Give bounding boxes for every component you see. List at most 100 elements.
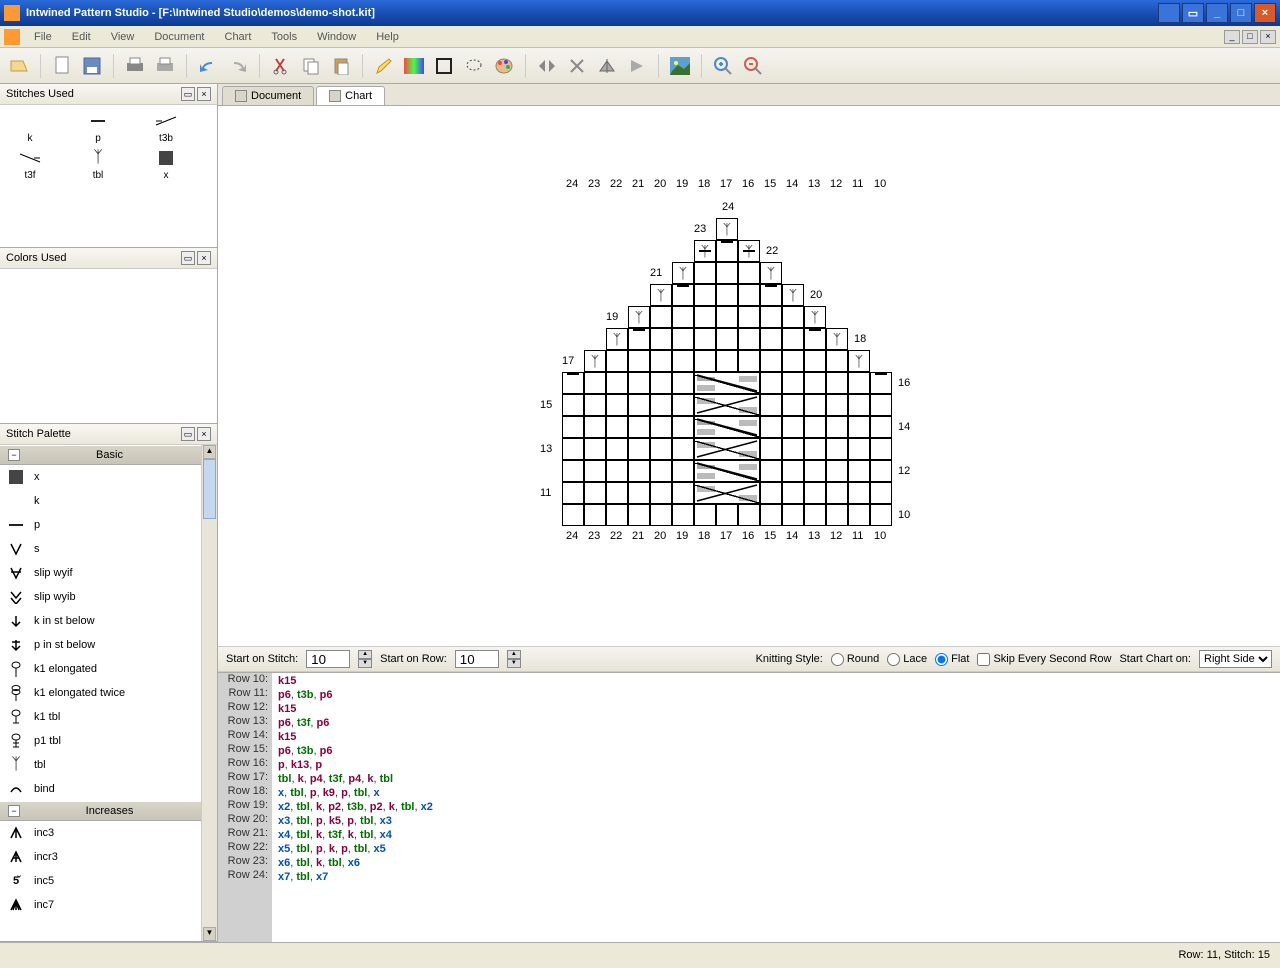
chart-cell[interactable] (584, 482, 606, 504)
chart-cell[interactable] (672, 416, 694, 438)
collapse-icon[interactable]: − (8, 805, 20, 817)
chart-cell[interactable] (562, 416, 584, 438)
zoom-in-button[interactable] (710, 53, 736, 79)
chart-cell[interactable] (782, 350, 804, 372)
panel-close-button[interactable]: × (197, 87, 211, 101)
menu-tools[interactable]: Tools (261, 28, 307, 46)
chart-cell[interactable] (672, 438, 694, 460)
chart-cable-cell[interactable] (694, 416, 760, 438)
stitch-palette-item[interactable]: x (0, 465, 201, 489)
chart-cell[interactable] (606, 482, 628, 504)
open-button[interactable] (6, 53, 32, 79)
chart-cell[interactable] (760, 372, 782, 394)
stitch-palette-item[interactable]: k1 elongated twice (0, 681, 201, 705)
chart-cell[interactable] (826, 482, 848, 504)
chart-cell[interactable] (826, 372, 848, 394)
chart-cell[interactable] (782, 328, 804, 350)
chart-cell[interactable] (716, 284, 738, 306)
mdi-restore-button[interactable]: □ (1242, 30, 1258, 44)
chart-cell[interactable] (738, 306, 760, 328)
collapse-icon[interactable]: − (8, 449, 20, 461)
minimize-button[interactable]: _ (1206, 3, 1228, 23)
chart-cell[interactable] (760, 460, 782, 482)
chart-cell[interactable] (584, 372, 606, 394)
chart-cell[interactable] (606, 504, 628, 526)
chart-cell[interactable] (760, 394, 782, 416)
chart-cell[interactable] (826, 416, 848, 438)
chart-cell[interactable] (694, 504, 716, 526)
chart-cell[interactable] (848, 372, 870, 394)
stitch-palette-item[interactable]: incr3 (0, 845, 201, 869)
chart-cell[interactable] (562, 438, 584, 460)
stitch-palette-item[interactable]: k1 elongated (0, 657, 201, 681)
stitch-palette-item[interactable]: inc3 (0, 821, 201, 845)
chart-cell[interactable]: ᛉ (804, 306, 826, 328)
chart-cell[interactable] (628, 328, 650, 350)
pencil-tool[interactable] (371, 53, 397, 79)
chart-cell[interactable] (826, 394, 848, 416)
chart-cell[interactable] (562, 482, 584, 504)
chart-cell[interactable] (782, 504, 804, 526)
chart-cell[interactable] (716, 306, 738, 328)
chart-cell[interactable] (584, 416, 606, 438)
chart-cable-cell[interactable] (694, 460, 760, 482)
chart-cell[interactable] (848, 460, 870, 482)
chart-cell[interactable] (716, 350, 738, 372)
palette-group-header[interactable]: −Increases (0, 801, 201, 821)
chart-cell[interactable] (782, 416, 804, 438)
chart-cable-cell[interactable] (694, 372, 760, 394)
tray-icon[interactable] (1158, 3, 1180, 23)
chart-cell[interactable] (870, 394, 892, 416)
image-button[interactable] (667, 53, 693, 79)
print-button[interactable] (122, 53, 148, 79)
chart-cell[interactable] (672, 306, 694, 328)
panel-close-button[interactable]: × (197, 251, 211, 265)
chart-cell[interactable] (562, 394, 584, 416)
chart-cell[interactable] (628, 416, 650, 438)
chart-cell[interactable] (782, 306, 804, 328)
redo-button[interactable] (225, 53, 251, 79)
save-button[interactable] (79, 53, 105, 79)
chart-cell[interactable] (694, 284, 716, 306)
gradient-tool[interactable] (401, 53, 427, 79)
chart-cell[interactable] (650, 350, 672, 372)
chart-cell[interactable] (826, 504, 848, 526)
chart-cell[interactable] (716, 504, 738, 526)
chart-cell[interactable] (848, 438, 870, 460)
menu-window[interactable]: Window (307, 28, 366, 46)
chart-cell[interactable]: ᛉ (782, 284, 804, 306)
chart-cable-cell[interactable] (694, 482, 760, 504)
chart-cell[interactable] (870, 460, 892, 482)
stitch-palette-item[interactable]: p in st below (0, 633, 201, 657)
app-menu-icon[interactable] (4, 29, 20, 45)
stitch-palette-item[interactable]: ᛉtbl (0, 753, 201, 777)
chart-cell[interactable] (848, 482, 870, 504)
chart-cell[interactable] (826, 438, 848, 460)
lasso-tool[interactable] (461, 53, 487, 79)
chart-cell[interactable]: ᛉ (760, 262, 782, 284)
panel-close-button[interactable]: × (197, 427, 211, 441)
chart-cell[interactable] (628, 438, 650, 460)
chart-cell[interactable] (694, 262, 716, 284)
chart-cell[interactable] (694, 306, 716, 328)
chart-cell[interactable] (760, 350, 782, 372)
stitch-palette-item[interactable]: k1 tbl (0, 705, 201, 729)
chart-cell[interactable] (584, 460, 606, 482)
radio-round[interactable]: Round (831, 653, 879, 666)
print-preview-button[interactable] (152, 53, 178, 79)
menu-edit[interactable]: Edit (62, 28, 101, 46)
chart-cell[interactable] (672, 394, 694, 416)
flip-h-button[interactable] (534, 53, 560, 79)
chart-cell[interactable]: ᛉ (584, 350, 606, 372)
chart-cell[interactable] (716, 328, 738, 350)
chart-cell[interactable] (782, 482, 804, 504)
start-row-spinner[interactable]: ▲▼ (507, 650, 521, 668)
scroll-up-icon[interactable]: ▲ (203, 445, 216, 459)
chart-cell[interactable] (738, 328, 760, 350)
checkbox-skip-second-row[interactable]: Skip Every Second Row (977, 653, 1111, 666)
menu-help[interactable]: Help (366, 28, 409, 46)
chart-cell[interactable] (562, 372, 584, 394)
chart-cell[interactable] (848, 504, 870, 526)
chart-cell[interactable] (650, 460, 672, 482)
chart-cell[interactable] (870, 416, 892, 438)
